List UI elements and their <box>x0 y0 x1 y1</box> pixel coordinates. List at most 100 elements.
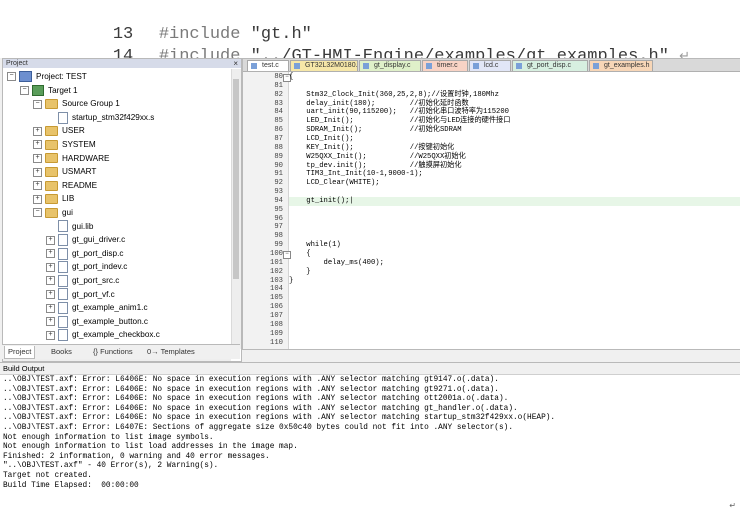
tree-item-label: gt_example_anim1.c <box>72 303 148 313</box>
tree-item[interactable]: startup_stm32f429xx.s <box>46 111 154 124</box>
tab-books[interactable]: Books <box>48 346 75 358</box>
build-output-line: ..\OBJ\TEST.axf: Error: L6407E: Sections… <box>3 423 513 432</box>
editor-tab[interactable]: timer.c <box>422 60 468 71</box>
tree-item[interactable]: + gt_port_indev.c <box>46 260 127 274</box>
file-icon <box>58 234 68 247</box>
expand-icon[interactable]: + <box>46 249 55 259</box>
tree-item[interactable]: + README <box>33 179 97 192</box>
expand-icon[interactable]: + <box>46 235 55 245</box>
line-number: 84 <box>274 108 283 117</box>
tree-item-label: SYSTEM <box>62 140 96 149</box>
line-number: 97 <box>274 223 283 232</box>
tree-item[interactable]: − Project: TEST <box>7 70 87 83</box>
close-icon[interactable]: × <box>233 59 238 68</box>
expand-icon[interactable]: + <box>33 181 42 191</box>
tree-item[interactable]: − gui <box>33 206 73 219</box>
tree-item-label: LIB <box>62 194 75 204</box>
line-number: 90 <box>274 161 283 170</box>
project-vertical-scrollbar[interactable] <box>231 69 241 349</box>
tree-item[interactable]: + gt_example_button.c <box>46 315 148 328</box>
tab-templates[interactable]: 0→ Templates <box>144 346 198 358</box>
code-line: tp_dev.init(); //触摸屏初始化 <box>289 161 462 170</box>
collapse-icon[interactable]: − <box>20 85 29 95</box>
expand-icon[interactable]: + <box>33 194 42 204</box>
code-editor: test.c GT32L32M0180.c gt_display.c timer.c l… <box>242 58 740 350</box>
build-output-line: ..\OBJ\TEST.axf: Error: L6406E: No space… <box>3 404 518 413</box>
code-line: delay_ms(400); <box>289 258 384 267</box>
editor-tab-label: test.c <box>262 62 279 69</box>
tab-functions[interactable]: {} Functions <box>90 346 136 358</box>
expand-icon[interactable]: + <box>46 262 55 272</box>
line-number: 82 <box>274 90 283 99</box>
tree-item[interactable]: + HARDWARE <box>33 152 109 165</box>
tree-item[interactable]: + USER <box>33 124 85 137</box>
scrollbar-thumb[interactable] <box>233 79 239 279</box>
build-output-line: ..\OBJ\TEST.axf: Error: L6406E: No space… <box>3 376 499 384</box>
tree-item[interactable]: + gt_port_disp.c <box>46 247 123 260</box>
file-icon <box>294 63 300 69</box>
line-number: 93 <box>274 188 283 197</box>
tree-item-label: README <box>62 180 98 190</box>
folder-icon <box>45 167 58 178</box>
tree-item[interactable]: + gt_port_src.c <box>46 274 119 287</box>
file-icon <box>58 247 68 260</box>
expand-icon[interactable]: + <box>46 276 55 286</box>
code-line: TIM3_Int_Init(10-1,9000-1); <box>289 170 423 179</box>
expand-icon[interactable]: + <box>33 140 42 150</box>
expand-icon[interactable]: + <box>46 289 55 299</box>
tab-project[interactable]: Project <box>4 346 36 359</box>
collapse-icon[interactable]: − <box>33 208 42 218</box>
editor-tab[interactable]: gt_examples.h <box>589 60 653 71</box>
tree-item[interactable]: − Source Group 1 <box>33 97 120 110</box>
line-number: 89 <box>274 152 283 161</box>
line-number: 98 <box>274 232 283 241</box>
file-icon <box>363 63 369 69</box>
build-output-panel: Build Output ..\OBJ\TEST.axf: Error: L64… <box>0 362 740 512</box>
code-line: { <box>289 73 294 81</box>
editor-tab[interactable]: lcd.c <box>469 60 511 71</box>
file-icon <box>58 302 68 315</box>
tree-item[interactable]: + SYSTEM <box>33 138 96 151</box>
editor-tab[interactable]: gt_display.c <box>359 60 421 71</box>
build-output-line: ..\OBJ\TEST.axf: Error: L6406E: No space… <box>3 414 556 423</box>
tree-item[interactable]: gui.lib <box>46 220 93 233</box>
folder-icon <box>45 207 58 218</box>
editor-tab[interactable]: gt_port_disp.c <box>512 60 588 71</box>
collapse-icon[interactable]: − <box>33 99 42 109</box>
file-icon <box>58 111 68 124</box>
tree-item[interactable]: + gt_example_checkbox.c <box>46 328 160 342</box>
file-icon <box>58 220 68 233</box>
folder-icon <box>45 139 58 150</box>
target-icon <box>32 84 44 96</box>
code-area[interactable]: { Stm32_Clock_Init(360,25,2,8);//设置时钟,18… <box>289 72 740 349</box>
expand-icon[interactable]: + <box>33 153 42 163</box>
editor-tab-label: gt_examples.h <box>604 62 650 69</box>
tree-item-label: startup_stm32f429xx.s <box>72 112 155 122</box>
expand-icon[interactable]: + <box>46 317 55 327</box>
line-number: 96 <box>274 214 283 223</box>
expand-icon[interactable]: + <box>46 303 55 313</box>
line-number: 87 <box>274 134 283 143</box>
editor-tab[interactable]: test.c <box>247 60 289 71</box>
line-number: 106 <box>270 303 283 312</box>
tree-item-label: Target 1 <box>48 85 78 95</box>
tree-item-label: gui <box>62 208 73 217</box>
tree-item[interactable]: + USMART <box>33 165 96 178</box>
tree-item[interactable]: + gt_port_vf.c <box>46 288 115 301</box>
editor-tab[interactable]: GT32L32M0180.c <box>290 60 358 71</box>
file-icon <box>58 261 68 274</box>
tree-item[interactable]: + LIB <box>33 192 74 205</box>
collapse-icon[interactable]: − <box>7 72 16 82</box>
tree-item[interactable]: − Target 1 <box>20 84 78 97</box>
expand-icon[interactable]: + <box>46 330 55 340</box>
expand-icon[interactable]: + <box>33 167 42 177</box>
tree-item[interactable]: + gt_example_anim1.c <box>46 301 148 315</box>
tree-item[interactable]: + gt_gui_driver.c <box>46 233 126 247</box>
file-icon <box>516 63 522 69</box>
editor-tab-label: GT32L32M0180.c <box>305 62 358 69</box>
expand-icon[interactable]: + <box>33 126 42 136</box>
line-number: 83 <box>274 99 283 108</box>
code-line: gt_init();| <box>289 196 740 206</box>
tree-item-label: gt_gui_driver.c <box>72 235 126 245</box>
